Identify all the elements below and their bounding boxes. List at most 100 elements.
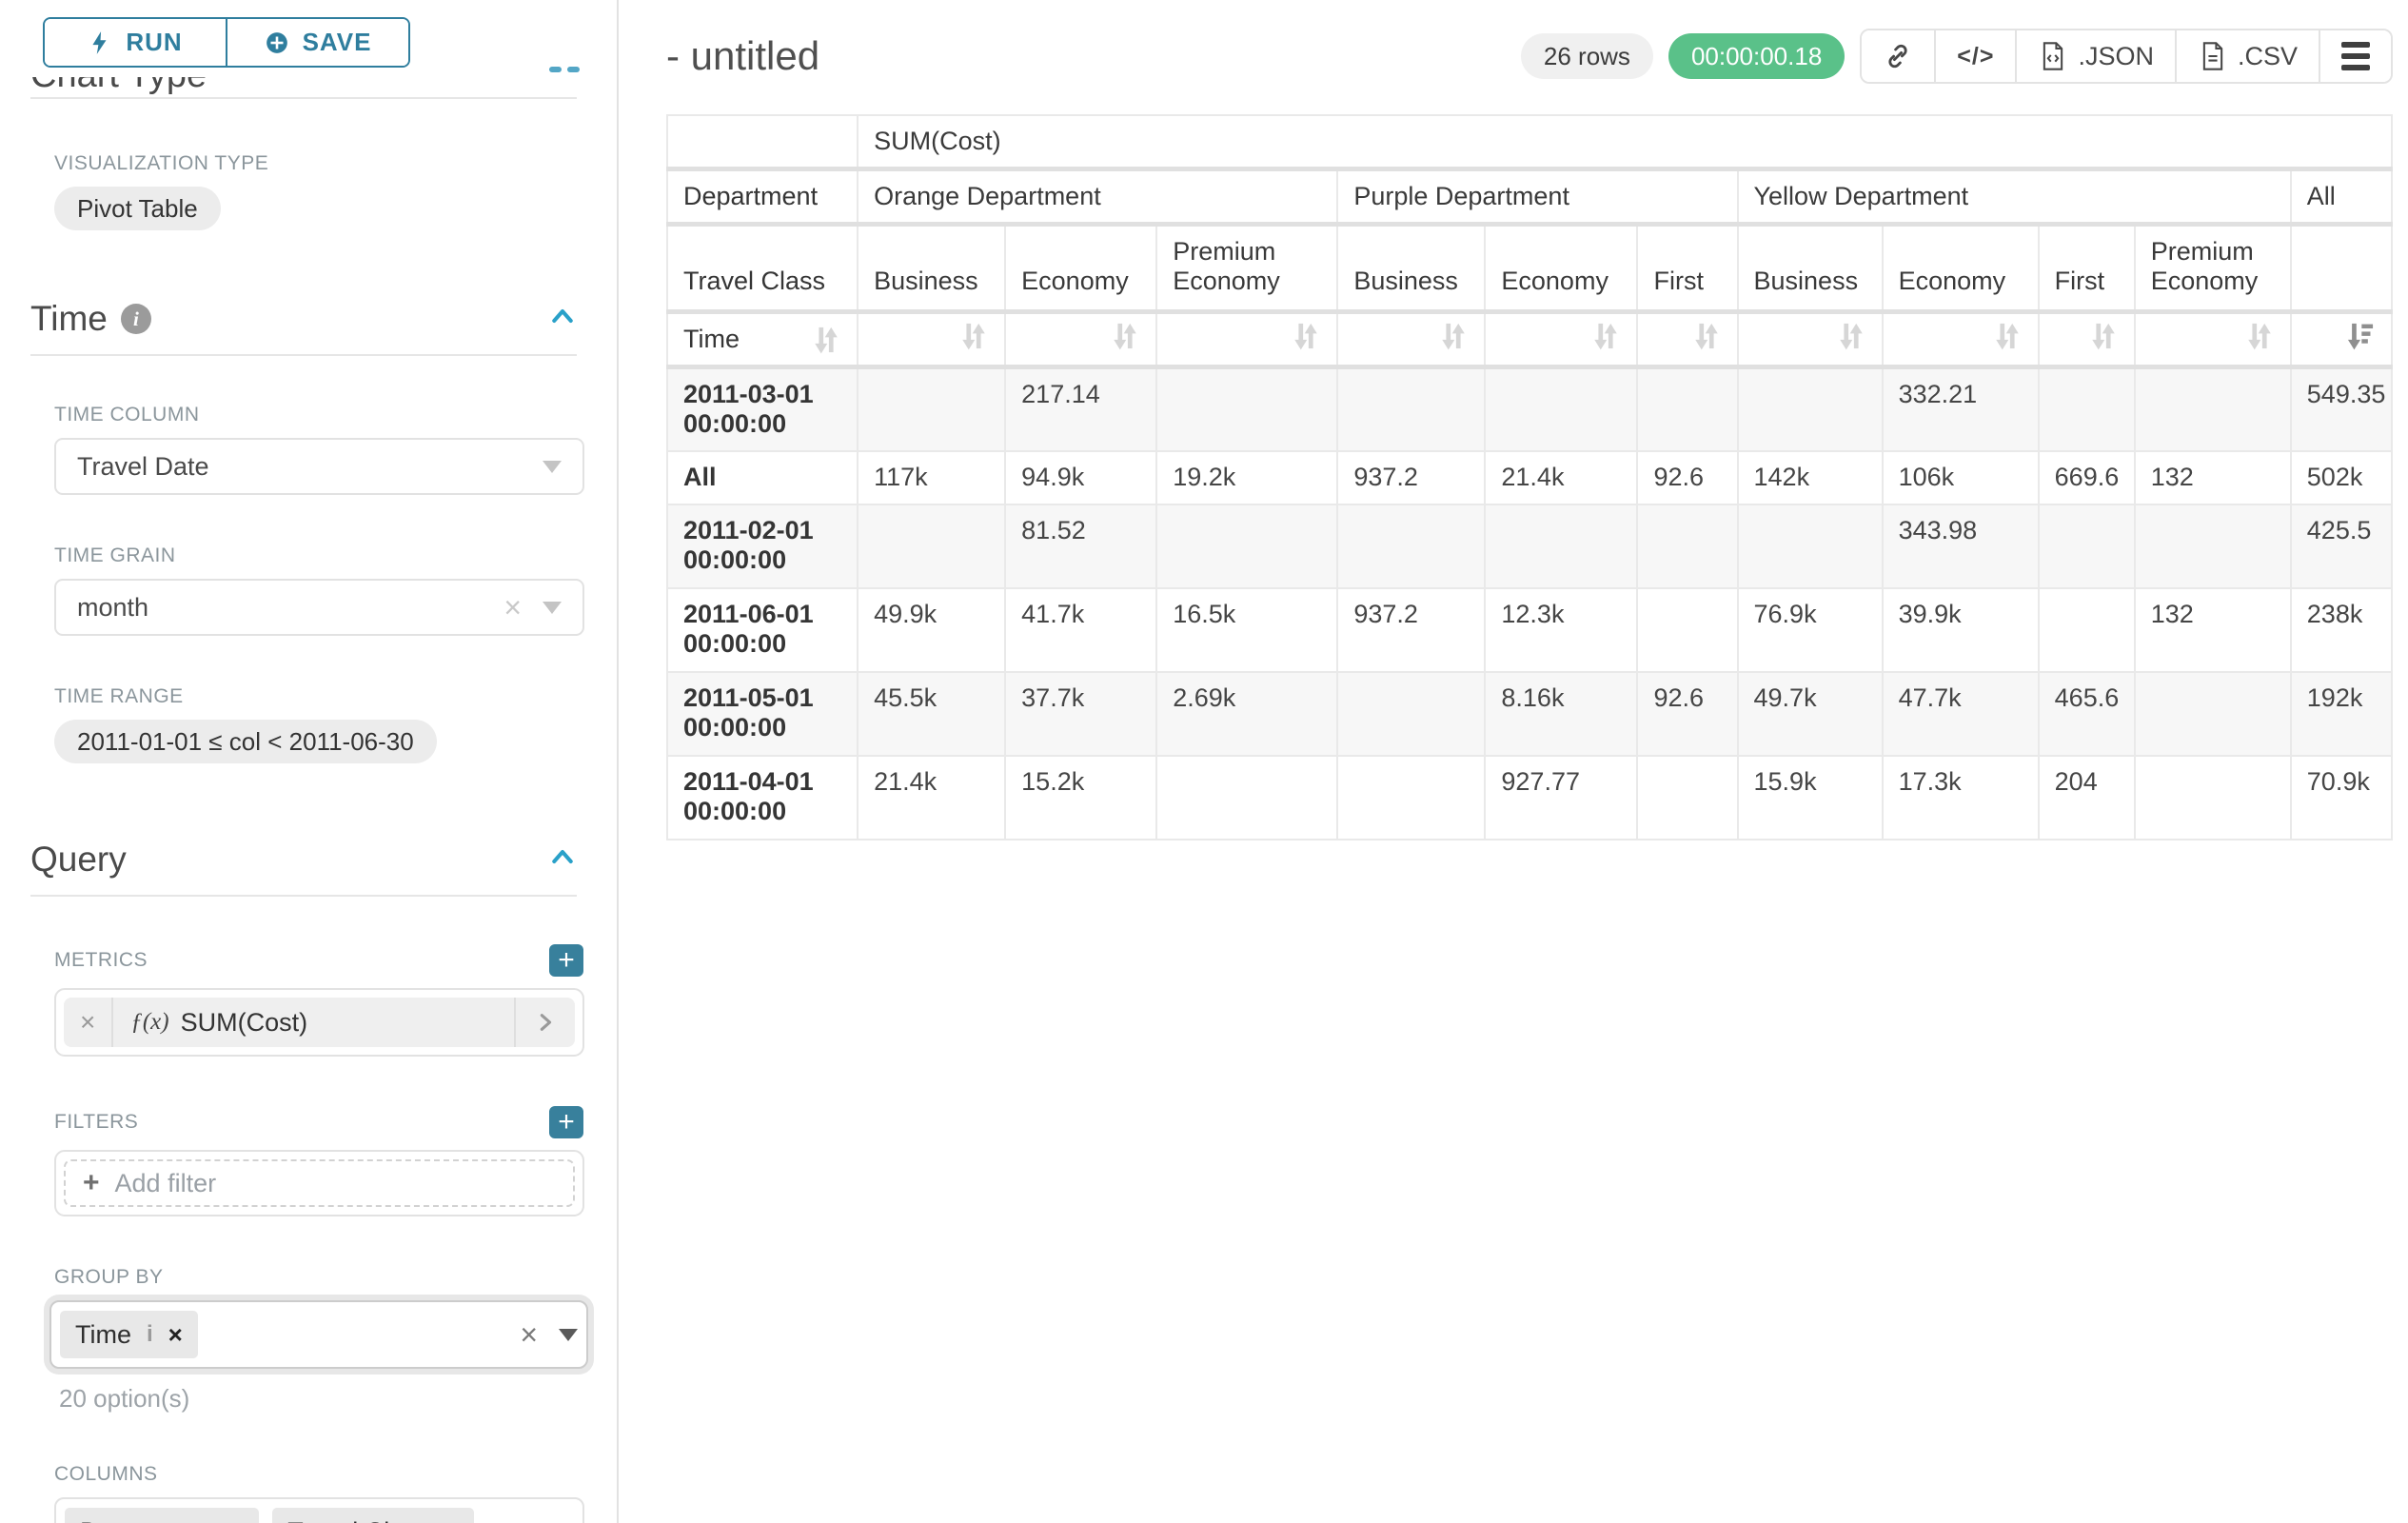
- time-axis-label: Time: [683, 325, 811, 354]
- sort-toggle-icon[interactable]: [2088, 320, 2119, 352]
- pivot-row-label: 2011-06-01 00:00:00: [667, 588, 858, 672]
- columns-chip-travel-class[interactable]: Travel Class ×: [272, 1508, 474, 1523]
- group-by-chip-time[interactable]: Time i ×: [60, 1311, 198, 1358]
- time-column-label: TIME COLUMN: [54, 404, 617, 426]
- remove-metric-icon[interactable]: ×: [64, 998, 113, 1047]
- pivot-value-cell: 549.35: [2291, 367, 2392, 451]
- pivot-value-cell: 21.4k: [858, 756, 1005, 840]
- remove-chip-icon[interactable]: ×: [229, 1517, 244, 1523]
- pivot-value-cell: 15.9k: [1738, 756, 1883, 840]
- export-csv-button[interactable]: .CSV: [2175, 30, 2319, 82]
- pivot-value-cell: [1337, 504, 1485, 588]
- sort-toggle-icon[interactable]: [1291, 320, 1321, 352]
- table-row: 2011-04-01 00:00:0021.4k15.2k927.7715.9k…: [667, 756, 2392, 840]
- add-filter-plus-button[interactable]: +: [549, 1106, 583, 1138]
- menu-button[interactable]: [2319, 30, 2391, 82]
- pivot-value-cell: 132: [2135, 451, 2291, 504]
- clear-icon[interactable]: ×: [503, 592, 522, 623]
- save-button[interactable]: SAVE: [226, 19, 408, 66]
- pivot-value-cell: 142k: [1738, 451, 1883, 504]
- clear-all-icon[interactable]: ×: [520, 1319, 538, 1350]
- sort-cell: [1337, 312, 1485, 367]
- pivot-value-cell: 41.7k: [1005, 588, 1156, 672]
- pivot-value-cell: 15.2k: [1005, 756, 1156, 840]
- add-metric-button[interactable]: +: [549, 944, 583, 977]
- sort-toggle-icon[interactable]: [2244, 320, 2275, 352]
- visualization-type-chip[interactable]: Pivot Table: [54, 187, 221, 230]
- add-filter-button[interactable]: + Add filter: [64, 1159, 575, 1207]
- info-icon: i: [121, 304, 151, 334]
- pivot-value-cell: 70.9k: [2291, 756, 2392, 840]
- group-by-chip-label: Time: [75, 1320, 131, 1350]
- expand-metric-button[interactable]: [514, 998, 575, 1047]
- export-json-label: .JSON: [2078, 42, 2154, 71]
- section-divider: [30, 97, 577, 99]
- columns-chip-label: Department: [80, 1517, 214, 1523]
- metric-header-row: SUM(Cost): [667, 115, 2392, 169]
- sort-cell: [1738, 312, 1883, 367]
- sort-toggle-icon[interactable]: [1992, 320, 2023, 352]
- pivot-row-label: All: [667, 451, 858, 504]
- sort-toggle-icon[interactable]: [958, 320, 989, 352]
- collapse-time-section[interactable]: [548, 299, 577, 339]
- scrolled-section-heading: Chart Type: [30, 77, 577, 97]
- short-link-button[interactable]: [1862, 30, 1934, 82]
- save-button-label: SAVE: [303, 28, 372, 57]
- remove-chip-icon[interactable]: ×: [168, 1320, 183, 1350]
- columns-select[interactable]: Department × Travel Class × ×: [54, 1497, 584, 1523]
- pivot-value-cell: [1156, 504, 1337, 588]
- columns-label: COLUMNS: [54, 1463, 617, 1486]
- time-column-select[interactable]: Travel Date: [54, 438, 584, 495]
- sort-toggle-icon[interactable]: [1691, 320, 1722, 352]
- run-button[interactable]: RUN: [45, 19, 226, 66]
- columns-chip-department[interactable]: Department ×: [65, 1508, 259, 1523]
- pivot-value-cell: [2135, 672, 2291, 756]
- pivot-value-cell: 81.52: [1005, 504, 1156, 588]
- col-group-header: Purple Department: [1337, 169, 1737, 225]
- pivot-value-cell: 132: [2135, 588, 2291, 672]
- chevron-up-icon: [548, 302, 577, 330]
- collapse-query-section[interactable]: [548, 840, 577, 880]
- chart-title[interactable]: - untitled: [666, 33, 819, 79]
- pivot-value-cell: 927.77: [1485, 756, 1637, 840]
- pivot-table: SUM(Cost) Department Orange Department P…: [666, 114, 2393, 841]
- metric-pill[interactable]: × ƒ(x) SUM(Cost): [64, 998, 575, 1047]
- export-json-button[interactable]: .JSON: [2015, 30, 2175, 82]
- table-row: All117k94.9k19.2k937.221.4k92.6142k106k6…: [667, 451, 2392, 504]
- pivot-value-cell: [2039, 367, 2135, 451]
- sidebar-topbar: RUN SAVE: [0, 0, 617, 68]
- pivot-row-label: 2011-03-01 00:00:00: [667, 367, 858, 451]
- pivot-value-cell: 94.9k: [1005, 451, 1156, 504]
- view-query-button[interactable]: </>: [1934, 30, 2015, 82]
- sort-descending-active-icon[interactable]: [2345, 320, 2376, 352]
- sort-toggle-icon[interactable]: [811, 324, 841, 356]
- col-group-header: All: [2291, 169, 2392, 225]
- pivot-value-cell: [1637, 367, 1737, 451]
- query-section-title: Query: [30, 840, 127, 880]
- sort-cell: [1485, 312, 1637, 367]
- pivot-value-cell: [858, 367, 1005, 451]
- sort-toggle-icon[interactable]: [1590, 320, 1621, 352]
- sort-toggle-icon[interactable]: [1438, 320, 1469, 352]
- pivot-value-cell: 502k: [2291, 451, 2392, 504]
- pivot-value-cell: 343.98: [1883, 504, 2039, 588]
- travel-class-axis-label: Travel Class: [667, 225, 858, 312]
- json-file-icon: [2038, 41, 2068, 71]
- time-grain-select[interactable]: month ×: [54, 579, 584, 636]
- chevron-up-icon: [548, 842, 577, 871]
- remove-chip-icon[interactable]: ×: [444, 1517, 459, 1523]
- sort-toggle-icon[interactable]: [1110, 320, 1140, 352]
- table-row: 2011-06-01 00:00:0049.9k41.7k16.5k937.21…: [667, 588, 2392, 672]
- pivot-value-cell: 21.4k: [1485, 451, 1637, 504]
- time-range-chip[interactable]: 2011-01-01 ≤ col < 2011-06-30: [54, 720, 437, 763]
- filters-container: + Add filter: [54, 1150, 584, 1216]
- sort-toggle-icon[interactable]: [1836, 320, 1866, 352]
- pivot-value-cell: [2135, 367, 2291, 451]
- sort-cell: [2135, 312, 2291, 367]
- caret-down-icon[interactable]: [559, 1329, 578, 1341]
- pivot-value-cell: 669.6: [2039, 451, 2135, 504]
- pivot-value-cell: 76.9k: [1738, 588, 1883, 672]
- group-by-select[interactable]: Time i × ×: [49, 1300, 588, 1369]
- col-header: Premium Economy: [2135, 225, 2291, 312]
- query-section-header: Query: [30, 840, 577, 897]
